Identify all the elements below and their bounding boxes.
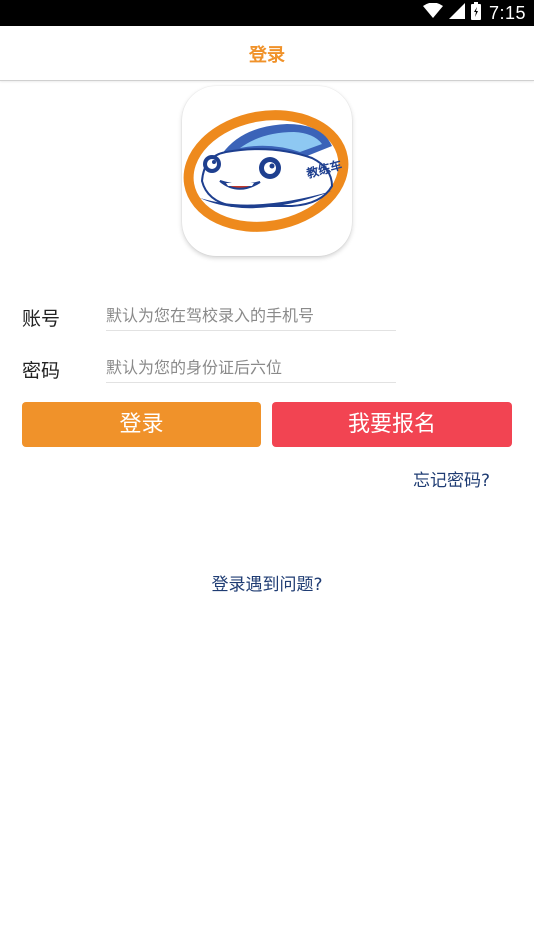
battery-icon	[470, 2, 481, 24]
cellular-signal-icon	[448, 3, 465, 23]
status-time: 7:15	[488, 2, 526, 23]
password-row: 密码	[22, 348, 396, 388]
login-button[interactable]: 登录	[22, 402, 261, 447]
status-bar: 7:15	[0, 0, 534, 26]
title-bar: 登录	[0, 26, 534, 81]
login-problem-link[interactable]: 登录遇到问题?	[0, 570, 534, 595]
status-icons: 7:15	[422, 2, 526, 24]
password-input[interactable]	[106, 352, 396, 383]
forgot-password-link[interactable]: 忘记密码?	[413, 466, 490, 491]
app-logo: 教练车	[182, 86, 352, 256]
car-mascot-logo-icon: 教练车	[183, 110, 349, 232]
register-button[interactable]: 我要报名	[272, 402, 512, 447]
account-label: 账号	[22, 308, 61, 330]
password-label: 密码	[22, 360, 61, 382]
account-input[interactable]	[106, 300, 396, 331]
account-row: 账号	[22, 296, 396, 336]
page-title: 登录	[249, 45, 285, 66]
wifi-icon	[422, 2, 443, 23]
